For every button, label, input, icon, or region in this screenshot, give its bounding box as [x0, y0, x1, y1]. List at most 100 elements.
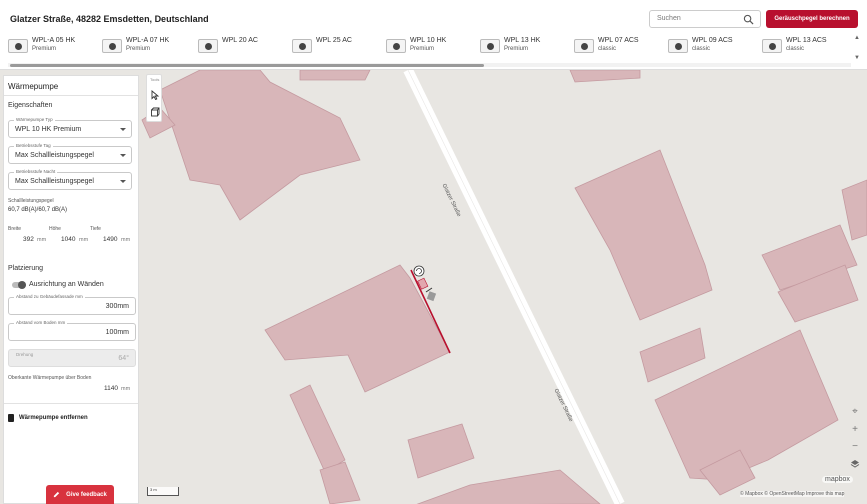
- layers-icon[interactable]: [847, 456, 863, 472]
- field-value: WPL 10 HK Premium: [15, 126, 82, 133]
- building: [299, 70, 371, 81]
- align-walls-label: Ausrichtung an Wänden: [29, 281, 104, 288]
- locate-icon[interactable]: ⌖: [847, 403, 863, 419]
- field-label: Drehung: [16, 352, 34, 357]
- building: [569, 70, 641, 83]
- properties-title: Eigenschaften: [8, 102, 53, 109]
- facade-distance-input[interactable]: Abstand zu Gebäudefassade mm 300mm: [8, 294, 136, 315]
- field-value: 64°: [118, 355, 129, 362]
- remove-label: Wärmepumpe entfernen: [19, 415, 88, 421]
- product-item[interactable]: WPL-A 05 HK Premium: [8, 34, 75, 58]
- product-item[interactable]: WPL-A 07 HK Premium: [102, 34, 169, 58]
- placement-title: Platzierung: [8, 265, 44, 272]
- mapbox-logo[interactable]: mapbox: [822, 476, 853, 483]
- scrollbar-thumb[interactable]: [10, 64, 484, 67]
- heat-pump-icon: [8, 39, 28, 53]
- building: [159, 70, 361, 221]
- product-name: WPL 25 AC: [316, 37, 352, 44]
- depth-value: 1490: [103, 236, 118, 243]
- product-item[interactable]: WPL 09 ACS classic: [668, 34, 733, 58]
- sound-level-label: Schallleistungspegel: [8, 198, 54, 204]
- rotate-handle: [413, 265, 425, 277]
- field-label: Betriebsstufe Tag: [14, 143, 53, 148]
- field-label: Wärmepumpe Typ: [14, 117, 55, 122]
- map-attribution[interactable]: © Mapbox © OpenStreetMap Improve this ma…: [740, 491, 845, 497]
- rotation-input: Drehung 64°: [8, 349, 136, 367]
- top-edge-label: Oberkante Wärmepumpe über Boden: [8, 375, 92, 381]
- calculate-noise-button[interactable]: Geräuschpegel berechnen: [766, 10, 858, 28]
- sound-level-value: 60,7 dB(A)/60,7 dB(A): [8, 207, 68, 213]
- depth-label: Tiefe: [90, 226, 101, 232]
- product-name: WPL 10 HK: [410, 37, 447, 44]
- field-label: Betriebsstufe Nacht: [14, 169, 58, 174]
- field-value: Max Schallleistungspegel: [15, 178, 94, 185]
- edit-icon: [54, 491, 60, 498]
- heat-pump-icon: [102, 39, 122, 53]
- heat-pump-panel: Wärmepumpe Eigenschaften Wärmepumpe Typ …: [3, 75, 139, 504]
- align-walls-toggle[interactable]: [12, 281, 26, 289]
- product-variant: classic: [692, 46, 711, 52]
- building: [407, 423, 475, 479]
- map-scale: 3 m: [147, 487, 179, 496]
- product-item[interactable]: WPL 07 ACS classic: [574, 34, 639, 58]
- building: [319, 461, 361, 504]
- heat-pump-icon: [574, 39, 594, 53]
- product-variant: classic: [786, 46, 805, 52]
- product-name: WPL-A 05 HK: [32, 37, 76, 44]
- building: [574, 149, 713, 321]
- type-select[interactable]: Wärmepumpe Typ WPL 10 HK Premium: [8, 117, 132, 138]
- unit-label: mm: [79, 237, 89, 243]
- remove-heat-pump-button[interactable]: Wärmepumpe entfernen: [8, 414, 88, 422]
- scroll-up-icon[interactable]: ▲: [854, 35, 860, 41]
- unit-label: mm: [121, 237, 131, 243]
- field-value: 300mm: [105, 303, 129, 310]
- top-bar: Glatzer Straße, 48282 Emsdetten, Deutsch…: [0, 0, 867, 70]
- unit-label: mm: [121, 386, 131, 392]
- heat-pump-handle: [426, 291, 437, 302]
- product-item[interactable]: WPL 10 HK Premium: [386, 34, 446, 58]
- pointer-icon[interactable]: [150, 90, 160, 100]
- give-feedback-button[interactable]: Give feedback: [46, 485, 114, 504]
- product-name: WPL 09 ACS: [692, 37, 733, 44]
- chevron-down-icon: [120, 180, 126, 183]
- field-value: Max Schallleistungspegel: [15, 152, 94, 159]
- night-mode-select[interactable]: Betriebsstufe Nacht Max Schallleistungsp…: [8, 169, 132, 190]
- heat-pump-icon: [762, 39, 782, 53]
- building: [416, 469, 601, 504]
- search-placeholder: Suchen: [657, 15, 681, 22]
- product-name: WPL-A 07 HK: [126, 37, 170, 44]
- address-title: Glatzer Straße, 48282 Emsdetten, Deutsch…: [10, 14, 209, 24]
- product-name: WPL 20 AC: [222, 37, 258, 44]
- cube-icon[interactable]: [150, 107, 160, 117]
- field-value: 100mm: [105, 329, 129, 336]
- heat-pump-icon: [480, 39, 500, 53]
- product-item[interactable]: WPL 20 AC: [198, 34, 258, 58]
- zoom-in-button[interactable]: +: [847, 421, 863, 437]
- search-input[interactable]: Suchen: [649, 10, 761, 28]
- toolbar-label: Tools: [150, 77, 160, 82]
- building: [289, 384, 346, 473]
- zoom-out-button[interactable]: −: [847, 438, 863, 454]
- unit-label: mm: [37, 237, 47, 243]
- product-item[interactable]: WPL 13 ACS classic: [762, 34, 827, 58]
- map-toolbar: Tools: [146, 74, 162, 122]
- search-icon[interactable]: [743, 14, 754, 25]
- feedback-label: Give feedback: [66, 491, 107, 498]
- height-value: 1040: [61, 236, 76, 243]
- heat-pump-icon: [386, 39, 406, 53]
- panel-title: Wärmepumpe: [8, 82, 59, 91]
- divider: [4, 403, 138, 404]
- top-edge-value: 1140: [104, 385, 118, 392]
- scroll-down-icon[interactable]: ▼: [854, 55, 860, 61]
- field-label: Abstand zu Gebäudefassade mm: [14, 294, 85, 299]
- day-mode-select[interactable]: Betriebsstufe Tag Max Schallleistungspeg…: [8, 143, 132, 164]
- trash-icon: [8, 414, 14, 422]
- product-item[interactable]: WPL 13 HK Premium: [480, 34, 540, 58]
- floor-distance-input[interactable]: Abstand vom Boden mm 100mm: [8, 320, 136, 341]
- product-item[interactable]: WPL 25 AC: [292, 34, 352, 58]
- height-label: Höhe: [49, 226, 61, 232]
- product-name: WPL 13 ACS: [786, 37, 827, 44]
- building: [841, 179, 867, 241]
- product-name: WPL 07 ACS: [598, 37, 639, 44]
- product-name: WPL 13 HK: [504, 37, 541, 44]
